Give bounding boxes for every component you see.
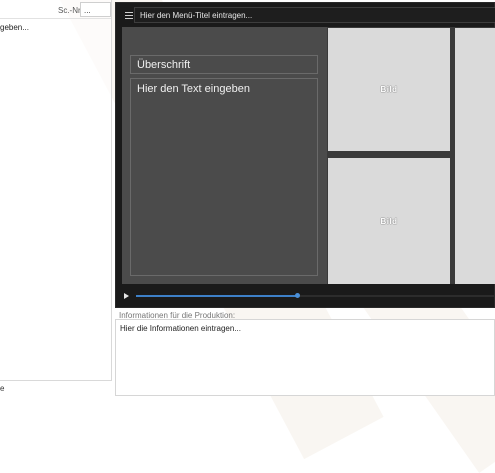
body-text-field[interactable]: Hier den Text eingeben — [130, 78, 318, 276]
heading-field[interactable]: Überschrift — [130, 55, 318, 74]
left-panel: Sc.-Nr.: ... geben... e — [0, 0, 112, 393]
scene-number-input[interactable]: ... — [80, 2, 111, 17]
image-placeholder[interactable]: Bild — [328, 158, 450, 284]
left-text-field[interactable]: geben... — [0, 23, 29, 32]
player-preview: Hier den Menü-Titel eintragen... Übersch… — [115, 2, 495, 308]
slide-stage: Überschrift Hier den Text eingeben Bild … — [122, 27, 495, 284]
text-panel: Überschrift Hier den Text eingeben — [122, 27, 327, 284]
image-placeholder[interactable] — [455, 28, 495, 284]
playback-controls — [116, 287, 495, 307]
image-placeholder[interactable]: Bild — [328, 28, 450, 151]
progress-fill — [136, 295, 298, 297]
hamburger-menu-icon[interactable] — [125, 12, 133, 19]
menu-title-input[interactable]: Hier den Menü-Titel eintragen... — [134, 7, 495, 23]
left-bottom-text: e — [0, 384, 5, 393]
play-icon[interactable] — [124, 293, 129, 299]
divider — [0, 18, 111, 19]
progress-handle[interactable] — [295, 293, 301, 298]
progress-bar[interactable] — [136, 293, 494, 298]
production-info-field[interactable]: Hier die Informationen eintragen... — [115, 319, 495, 396]
image-label: Bild — [380, 85, 398, 94]
image-label: Bild — [380, 216, 398, 226]
